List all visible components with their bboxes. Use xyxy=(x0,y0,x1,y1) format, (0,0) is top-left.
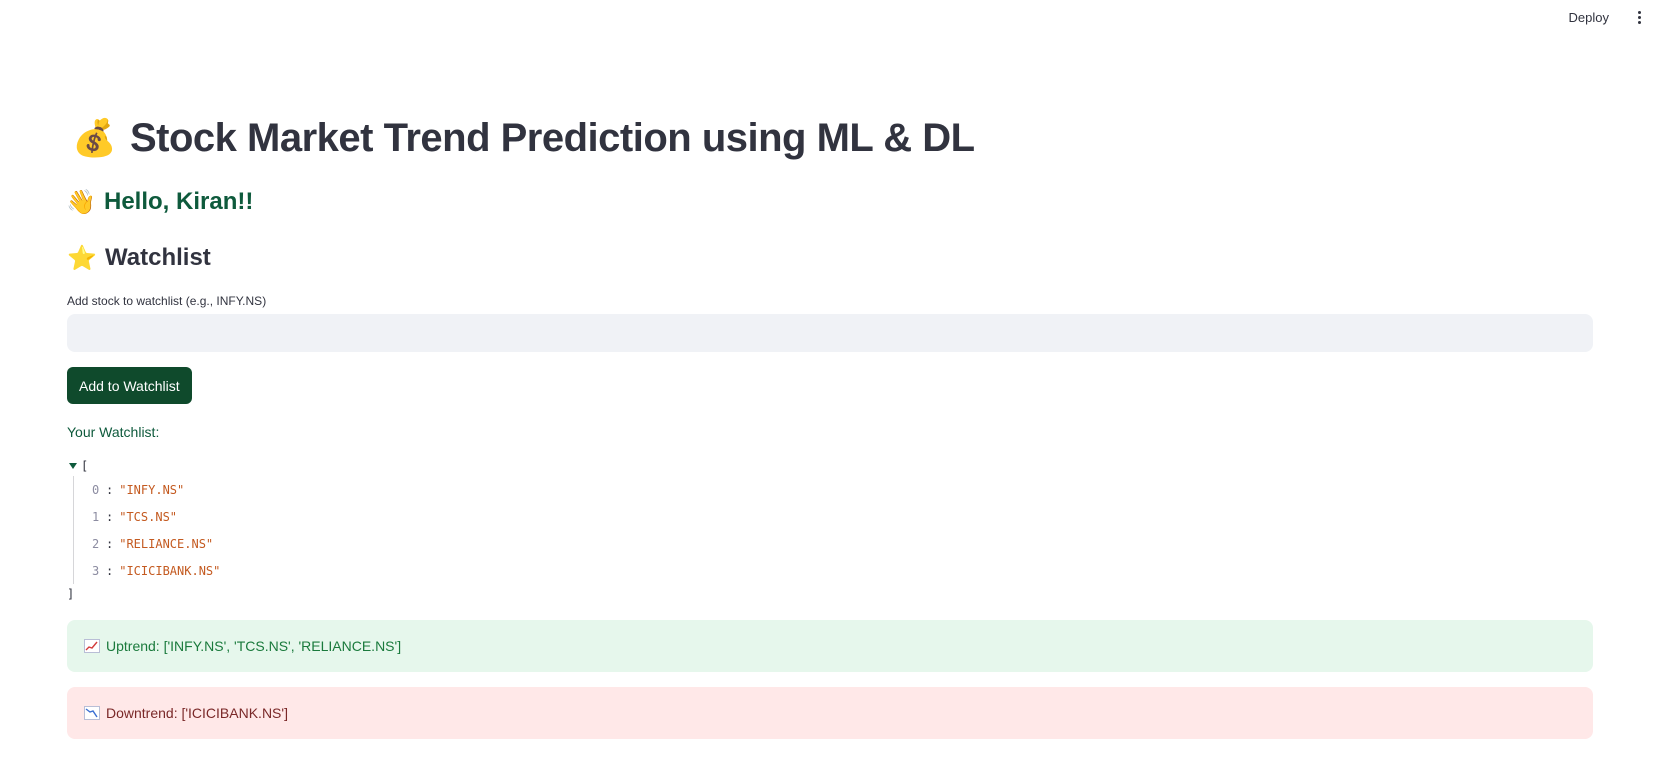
watchlist-json: [ 0: "INFY.NS" 1: "TCS.NS" 2: "RELIANCE.NS"… xyxy=(67,456,1593,604)
watchlist-heading: ⭐ Watchlist xyxy=(67,240,1593,276)
greeting: 👋 Hello, Kiran!! xyxy=(66,184,1593,220)
json-index: 2 xyxy=(92,536,100,551)
json-open-bracket: [ xyxy=(81,459,89,473)
main-content: 💰 Stock Market Trend Prediction using ML… xyxy=(66,108,1593,739)
chart-decreasing-icon xyxy=(84,706,100,720)
page-title-text: Stock Market Trend Prediction using ML &… xyxy=(130,115,975,160)
json-index: 3 xyxy=(92,563,100,578)
watchlist-input[interactable] xyxy=(67,314,1593,352)
json-index: 0 xyxy=(92,482,100,497)
downtrend-text: Downtrend: ['ICICIBANK.NS'] xyxy=(106,705,288,721)
list-item: 0: "INFY.NS" xyxy=(92,482,185,497)
downtrend-alert: Downtrend: ['ICICIBANK.NS'] xyxy=(67,687,1593,739)
json-value: "ICICIBANK.NS" xyxy=(119,563,221,578)
top-toolbar: Deploy xyxy=(0,0,1671,34)
greeting-text: Hello, Kiran!! xyxy=(104,188,254,215)
uptrend-alert: Uptrend: ['INFY.NS', 'TCS.NS', 'RELIANCE… xyxy=(67,620,1593,672)
deploy-button[interactable]: Deploy xyxy=(1563,8,1615,27)
json-value: "RELIANCE.NS" xyxy=(119,536,214,551)
watchlist-input-label: Add stock to watchlist (e.g., INFY.NS) xyxy=(67,294,267,308)
list-item: 3: "ICICIBANK.NS" xyxy=(92,563,221,578)
waving-hand-icon: 👋 xyxy=(66,188,96,216)
json-index: 1 xyxy=(92,509,100,524)
list-item: 2: "RELIANCE.NS" xyxy=(92,536,214,551)
page-title: 💰 Stock Market Trend Prediction using ML… xyxy=(67,108,1593,168)
json-value: "TCS.NS" xyxy=(119,509,178,524)
watchlist-heading-text: Watchlist xyxy=(105,244,211,271)
money-bag-icon: 💰 xyxy=(72,117,117,158)
uptrend-text: Uptrend: ['INFY.NS', 'TCS.NS', 'RELIANCE… xyxy=(106,638,402,654)
your-watchlist-label: Your Watchlist: xyxy=(67,424,160,440)
json-value: "INFY.NS" xyxy=(119,482,185,497)
list-item: 1: "TCS.NS" xyxy=(92,509,178,524)
chart-increasing-icon xyxy=(84,639,100,653)
json-close-bracket: ] xyxy=(67,587,75,601)
json-items: 0: "INFY.NS" 1: "TCS.NS" 2: "RELIANCE.NS" 3… xyxy=(73,476,1593,584)
add-to-watchlist-button[interactable]: Add to Watchlist xyxy=(67,367,192,404)
more-vertical-icon[interactable] xyxy=(1631,8,1647,26)
collapse-caret-icon[interactable] xyxy=(69,463,77,469)
star-icon: ⭐ xyxy=(67,244,97,272)
